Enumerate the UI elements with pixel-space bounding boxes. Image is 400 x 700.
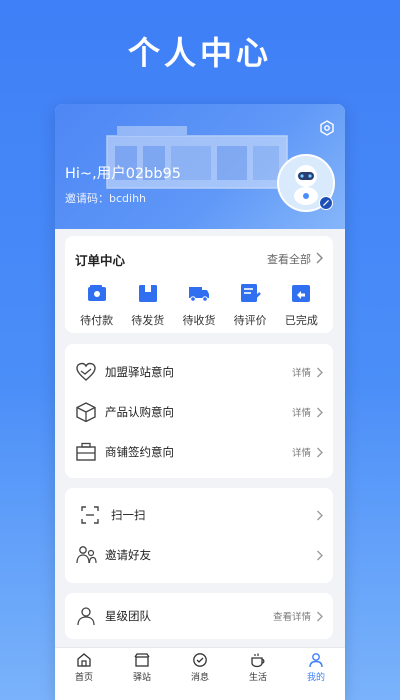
team-card: 星级团队 查看详情 [65, 593, 333, 639]
wallet-icon [87, 285, 106, 301]
tab-life[interactable]: 生活 [233, 652, 283, 700]
order-label: 待收货 [182, 314, 216, 327]
message-icon [193, 653, 207, 667]
chevron-right-icon [317, 611, 323, 621]
team-icon [77, 607, 95, 626]
view-details-link[interactable]: 查看详情 [273, 609, 311, 623]
order-pending-receipt[interactable]: 待收货 [175, 282, 223, 328]
invite-friends-icon [76, 546, 97, 564]
row-label: 产品认购意向 [105, 405, 174, 419]
chevron-right-icon [317, 407, 323, 417]
tab-profile[interactable]: 我的 [291, 652, 341, 700]
chevron-right-icon[interactable] [315, 252, 323, 264]
handshake-heart-icon [76, 362, 96, 381]
phone-frame: Hi~,用户02bb95 邀请码：bcdihh 订单中心 查看全部 待付款 待发… [55, 104, 345, 700]
row-label: 加盟驿站意向 [105, 365, 174, 379]
row-label: 扫一扫 [111, 508, 146, 522]
return-box-icon [292, 285, 311, 302]
box-icon [76, 402, 96, 423]
order-label: 待评价 [233, 314, 267, 327]
page-title: 个人中心 [127, 34, 272, 72]
tab-label: 消息 [190, 673, 209, 683]
order-pending-shipment[interactable]: 待发货 [124, 282, 172, 328]
settings-icon[interactable] [319, 120, 335, 136]
star-team-row[interactable]: 星级团队 查看详情 [65, 596, 333, 636]
intent-card: 加盟驿站意向 详情 产品认购意向 详情 商铺签约意向 详情 [65, 344, 333, 478]
tab-label: 我的 [306, 673, 325, 683]
shop-icon [76, 442, 96, 461]
product-subscription-intent-row[interactable]: 产品认购意向 详情 [65, 392, 333, 432]
station-icon [134, 653, 150, 667]
scan-row[interactable]: 扫一扫 [65, 495, 333, 535]
row-label: 星级团队 [105, 609, 151, 623]
shop-contract-intent-row[interactable]: 商铺签约意向 详情 [65, 432, 333, 472]
tab-label: 生活 [248, 673, 267, 683]
order-pending-review[interactable]: 待评价 [226, 282, 274, 328]
package-icon [138, 285, 157, 302]
invite-code: 邀请码：bcdihh [65, 192, 147, 205]
order-label: 待发货 [131, 314, 165, 327]
chevron-right-icon [317, 447, 323, 457]
tab-home[interactable]: 首页 [59, 652, 109, 700]
order-pending-payment[interactable]: 待付款 [73, 282, 121, 328]
order-label: 已完成 [284, 314, 318, 327]
order-completed[interactable]: 已完成 [277, 282, 325, 328]
station-building-illustration [106, 126, 288, 189]
detail-link[interactable]: 详情 [292, 445, 311, 459]
profile-icon [309, 653, 323, 668]
detail-link[interactable]: 详情 [292, 365, 311, 379]
view-all-orders-link[interactable]: 查看全部 [267, 251, 311, 267]
row-label: 邀请好友 [105, 548, 151, 562]
profile-header: Hi~,用户02bb95 邀请码：bcdihh [55, 104, 345, 229]
chevron-right-icon [317, 510, 323, 520]
order-label: 待付款 [80, 314, 114, 327]
chevron-right-icon [317, 367, 323, 377]
detail-link[interactable]: 详情 [292, 405, 311, 419]
edit-avatar-icon[interactable] [319, 196, 333, 210]
tools-card: 扫一扫 邀请好友 [65, 488, 333, 583]
order-center-card: 订单中心 查看全部 待付款 待发货 待收货 待评价 已完成 [65, 236, 333, 333]
truck-icon [188, 287, 209, 302]
tab-messages[interactable]: 消息 [175, 652, 225, 700]
scan-icon [81, 506, 99, 524]
order-center-title: 订单中心 [75, 253, 126, 268]
review-icon [241, 284, 262, 302]
user-greeting: Hi~,用户02bb95 [65, 166, 181, 182]
coffee-icon [251, 653, 265, 668]
tab-label: 驿站 [132, 673, 151, 683]
tab-station[interactable]: 驿站 [117, 652, 167, 700]
bottom-tab-bar: 首页 驿站 消息 生活 我的 [55, 647, 345, 700]
tab-label: 首页 [74, 673, 93, 683]
chevron-right-icon [317, 550, 323, 560]
franchise-intent-row[interactable]: 加盟驿站意向 详情 [65, 352, 333, 392]
row-label: 商铺签约意向 [105, 445, 174, 459]
home-icon [77, 653, 91, 667]
invite-friends-row[interactable]: 邀请好友 [65, 535, 333, 575]
